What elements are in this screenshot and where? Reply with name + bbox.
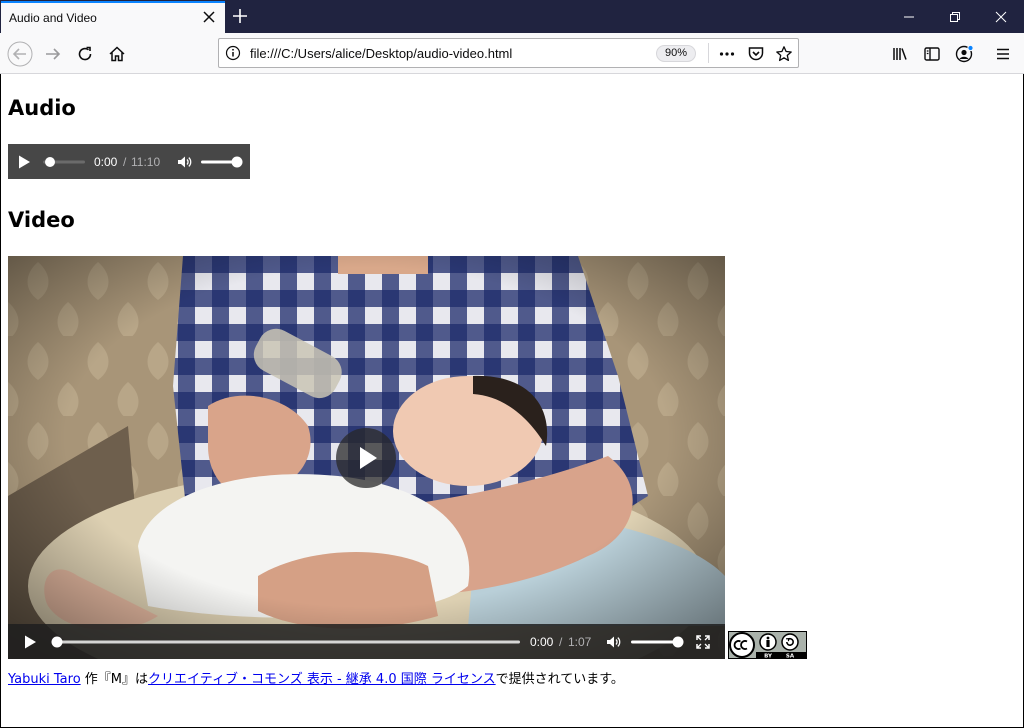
video-time-separator: /	[559, 635, 563, 649]
author-link[interactable]: Yabuki Taro	[8, 672, 81, 687]
tab-title: Audio and Video	[9, 11, 97, 25]
video-heading: Video	[8, 208, 75, 232]
url-text[interactable]: file:///C:/Users/alice/Desktop/audio-vid…	[250, 46, 512, 61]
video-progress-slider[interactable]	[48, 634, 524, 650]
bookmark-star-icon[interactable]	[773, 43, 795, 65]
site-info-icon[interactable]	[225, 45, 241, 61]
tab-active[interactable]: Audio and Video	[1, 1, 225, 33]
zoom-level-badge[interactable]: 90%	[656, 45, 696, 62]
page-actions-icon[interactable]	[716, 43, 738, 65]
new-tab-icon[interactable]	[230, 6, 250, 26]
tab-close-icon[interactable]	[201, 9, 217, 25]
restore-icon[interactable]	[932, 0, 978, 33]
reload-icon[interactable]	[71, 40, 99, 68]
back-button[interactable]	[6, 40, 34, 68]
video-volume-icon[interactable]	[605, 634, 621, 650]
audio-play-icon[interactable]	[16, 154, 32, 170]
video-duration: 1:07	[568, 635, 592, 649]
video-player[interactable]: 0:00 / 1:07	[8, 256, 725, 659]
audio-heading: Audio	[8, 96, 76, 120]
cc-sa-label: SA	[786, 654, 795, 660]
credit-line: Yabuki Taro 作『M』はクリエイティブ・コモンズ 表示 - 継承 4.…	[8, 668, 624, 687]
menu-icon[interactable]	[990, 41, 1016, 67]
address-bar[interactable]: file:///C:/Users/alice/Desktop/audio-vid…	[218, 38, 799, 68]
url-separator	[708, 43, 709, 63]
library-icon[interactable]	[887, 41, 913, 67]
video-current-time: 0:00	[530, 635, 554, 649]
license-link[interactable]: クリエイティブ・コモンズ 表示 - 継承 4.0 国際 ライセンス	[148, 672, 496, 687]
audio-time-separator: /	[123, 155, 127, 169]
home-icon[interactable]	[103, 40, 131, 68]
video-big-play-button[interactable]	[336, 428, 396, 488]
pocket-icon[interactable]	[745, 43, 767, 65]
audio-progress-slider[interactable]	[41, 155, 87, 169]
page-content: Audio 0:00 / 11:10 Video 0:00 / 1:07 BY …	[0, 74, 1024, 728]
audio-volume-icon[interactable]	[176, 154, 192, 170]
navigation-toolbar: file:///C:/Users/alice/Desktop/audio-vid…	[0, 33, 1024, 74]
video-controls: 0:00 / 1:07	[8, 624, 725, 659]
account-icon[interactable]	[951, 41, 977, 67]
audio-current-time: 0:00	[94, 155, 118, 169]
cc-by-label: BY	[764, 654, 773, 660]
audio-volume-slider[interactable]	[199, 155, 247, 169]
credit-suffix: で提供されています。	[495, 672, 624, 687]
video-play-icon[interactable]	[22, 634, 38, 650]
forward-button[interactable]	[39, 40, 67, 68]
audio-player[interactable]: 0:00 / 11:10	[8, 144, 250, 179]
credit-middle-text: 作『M』は	[80, 672, 149, 687]
sidebar-icon[interactable]	[919, 41, 945, 67]
minimize-icon[interactable]	[886, 0, 932, 33]
fullscreen-icon[interactable]	[695, 634, 711, 650]
cc-by-sa-license-badge: BY SA	[728, 631, 807, 660]
close-window-icon[interactable]	[978, 0, 1024, 33]
video-volume-slider[interactable]	[629, 634, 685, 650]
audio-duration: 11:10	[131, 155, 161, 169]
tab-strip: Audio and Video	[0, 0, 1024, 33]
